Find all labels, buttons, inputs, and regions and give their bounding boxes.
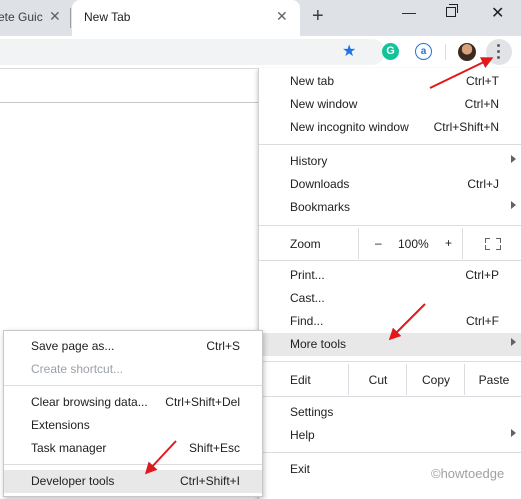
submenu-item-task-manager[interactable]: Task manager Shift+Esc [4, 437, 262, 460]
menu-separator [4, 385, 262, 386]
menu-item-shortcut: Ctrl+F [466, 314, 499, 328]
menu-separator [259, 452, 521, 453]
menu-separator [259, 144, 521, 145]
menu-item-label: New tab [290, 74, 335, 88]
profile-avatar[interactable] [458, 43, 476, 61]
zoom-value: 100% [398, 237, 429, 251]
tab-divider [70, 8, 71, 28]
submenu-item-save-page[interactable]: Save page as... Ctrl+S [4, 335, 262, 358]
edit-label: Edit [290, 373, 311, 387]
menu-item-label: Developer tools [31, 474, 115, 488]
cut-button[interactable]: Cut [348, 364, 407, 395]
menu-item-cast[interactable]: Cast... [259, 287, 521, 310]
tab-guide[interactable]: ete Guic ✕ [0, 0, 70, 36]
menu-item-label: New incognito window [290, 120, 409, 134]
grammarly-extension-icon[interactable]: G [382, 43, 399, 60]
menu-separator [259, 225, 521, 226]
chevron-right-icon [511, 429, 516, 437]
menu-item-downloads[interactable]: Downloads Ctrl+J [259, 173, 521, 196]
chevron-right-icon [511, 201, 516, 209]
paste-button[interactable]: Paste [464, 364, 521, 395]
address-bar[interactable] [0, 39, 385, 65]
toolbar-divider [445, 44, 446, 60]
menu-item-label: More tools [290, 337, 347, 351]
minimize-icon[interactable]: — [402, 4, 416, 20]
menu-item-label: Print... [290, 268, 325, 282]
menu-item-shortcut: Ctrl+T [466, 74, 499, 88]
menu-item-find[interactable]: Find... Ctrl+F [259, 310, 521, 333]
submenu-item-extensions[interactable]: Extensions [4, 414, 262, 437]
menu-item-shortcut: Ctrl+P [465, 268, 499, 282]
menu-item-label: Downloads [290, 177, 350, 191]
menu-item-label: Save page as... [31, 339, 115, 353]
menu-item-label: Task manager [31, 441, 107, 455]
extension-a-icon[interactable]: a [415, 43, 432, 60]
menu-separator [259, 260, 521, 261]
menu-item-label: Bookmarks [290, 200, 351, 214]
window-close-icon[interactable]: ✕ [491, 3, 504, 23]
menu-item-label: Exit [290, 462, 311, 476]
menu-item-shortcut: Ctrl+S [206, 339, 240, 353]
menu-separator [259, 361, 521, 362]
menu-item-shortcut: Ctrl+J [467, 177, 499, 191]
chevron-right-icon [511, 338, 516, 346]
menu-item-label: Clear browsing data... [31, 395, 148, 409]
paste-label: Paste [478, 373, 510, 387]
menu-item-label: History [290, 154, 328, 168]
new-tab-button[interactable]: + [312, 5, 324, 28]
more-tools-submenu: Save page as... Ctrl+S Create shortcut..… [3, 330, 263, 497]
submenu-item-clear-browsing-data[interactable]: Clear browsing data... Ctrl+Shift+Del [4, 391, 262, 414]
menu-item-new-incognito-window[interactable]: New incognito window Ctrl+Shift+N [259, 116, 521, 139]
menu-item-label: Cast... [290, 291, 325, 305]
restore-icon[interactable] [446, 7, 456, 17]
menu-item-settings[interactable]: Settings [259, 401, 521, 424]
submenu-item-create-shortcut: Create shortcut... [4, 358, 262, 381]
three-dots-icon [497, 44, 500, 62]
menu-item-shortcut: Ctrl+N [464, 97, 499, 111]
copy-button[interactable]: Copy [406, 364, 465, 395]
title-bar: ete Guic ✕ New Tab ✕ + — ✕ [0, 0, 521, 36]
menu-item-label: New window [290, 97, 358, 111]
tab-label: New Tab [84, 10, 131, 24]
menu-separator [4, 464, 262, 465]
menu-item-print[interactable]: Print... Ctrl+P [259, 264, 521, 287]
zoom-row: Zoom – 100% + [259, 228, 521, 259]
star-icon[interactable]: ★ [342, 41, 356, 61]
zoom-out-button[interactable]: – [375, 236, 382, 250]
menu-item-history[interactable]: History [259, 150, 521, 173]
menu-item-more-tools[interactable]: More tools [259, 333, 521, 356]
close-tab-icon[interactable]: ✕ [49, 8, 61, 25]
menu-separator [259, 396, 521, 397]
menu-item-shortcut: Ctrl+Shift+I [179, 474, 240, 488]
menu-item-shortcut: Shift+Esc [188, 441, 240, 455]
zoom-controls: – 100% + [358, 228, 463, 259]
copy-label: Copy [421, 373, 450, 387]
menu-item-new-window[interactable]: New window Ctrl+N [259, 93, 521, 116]
chrome-main-menu: New tab Ctrl+T New window Ctrl+N New inc… [258, 68, 521, 499]
cut-label: Cut [368, 373, 388, 387]
close-tab-icon[interactable]: ✕ [276, 8, 288, 25]
customize-menu-button[interactable] [486, 39, 512, 65]
watermark: ©howtoedge [431, 466, 505, 481]
tab-new-tab[interactable]: New Tab ✕ [72, 0, 300, 36]
submenu-item-developer-tools[interactable]: Developer tools Ctrl+Shift+I [4, 470, 262, 493]
edit-row: Edit Cut Copy Paste [259, 364, 521, 395]
chevron-right-icon [511, 155, 516, 163]
menu-item-bookmarks[interactable]: Bookmarks [259, 196, 521, 219]
fullscreen-icon[interactable] [485, 238, 501, 250]
page-divider [0, 102, 260, 103]
menu-item-help[interactable]: Help [259, 424, 521, 447]
menu-item-new-tab[interactable]: New tab Ctrl+T [259, 70, 521, 93]
menu-item-label: Help [290, 428, 315, 442]
zoom-in-button[interactable]: + [445, 236, 452, 250]
zoom-label: Zoom [290, 237, 321, 251]
tab-label: ete Guic [0, 10, 43, 24]
menu-item-label: Extensions [31, 418, 90, 432]
menu-item-shortcut: Ctrl+Shift+N [433, 120, 499, 134]
menu-item-label: Create shortcut... [31, 362, 124, 376]
menu-item-label: Settings [290, 405, 334, 419]
menu-item-shortcut: Ctrl+Shift+Del [165, 395, 240, 409]
menu-item-label: Find... [290, 314, 324, 328]
